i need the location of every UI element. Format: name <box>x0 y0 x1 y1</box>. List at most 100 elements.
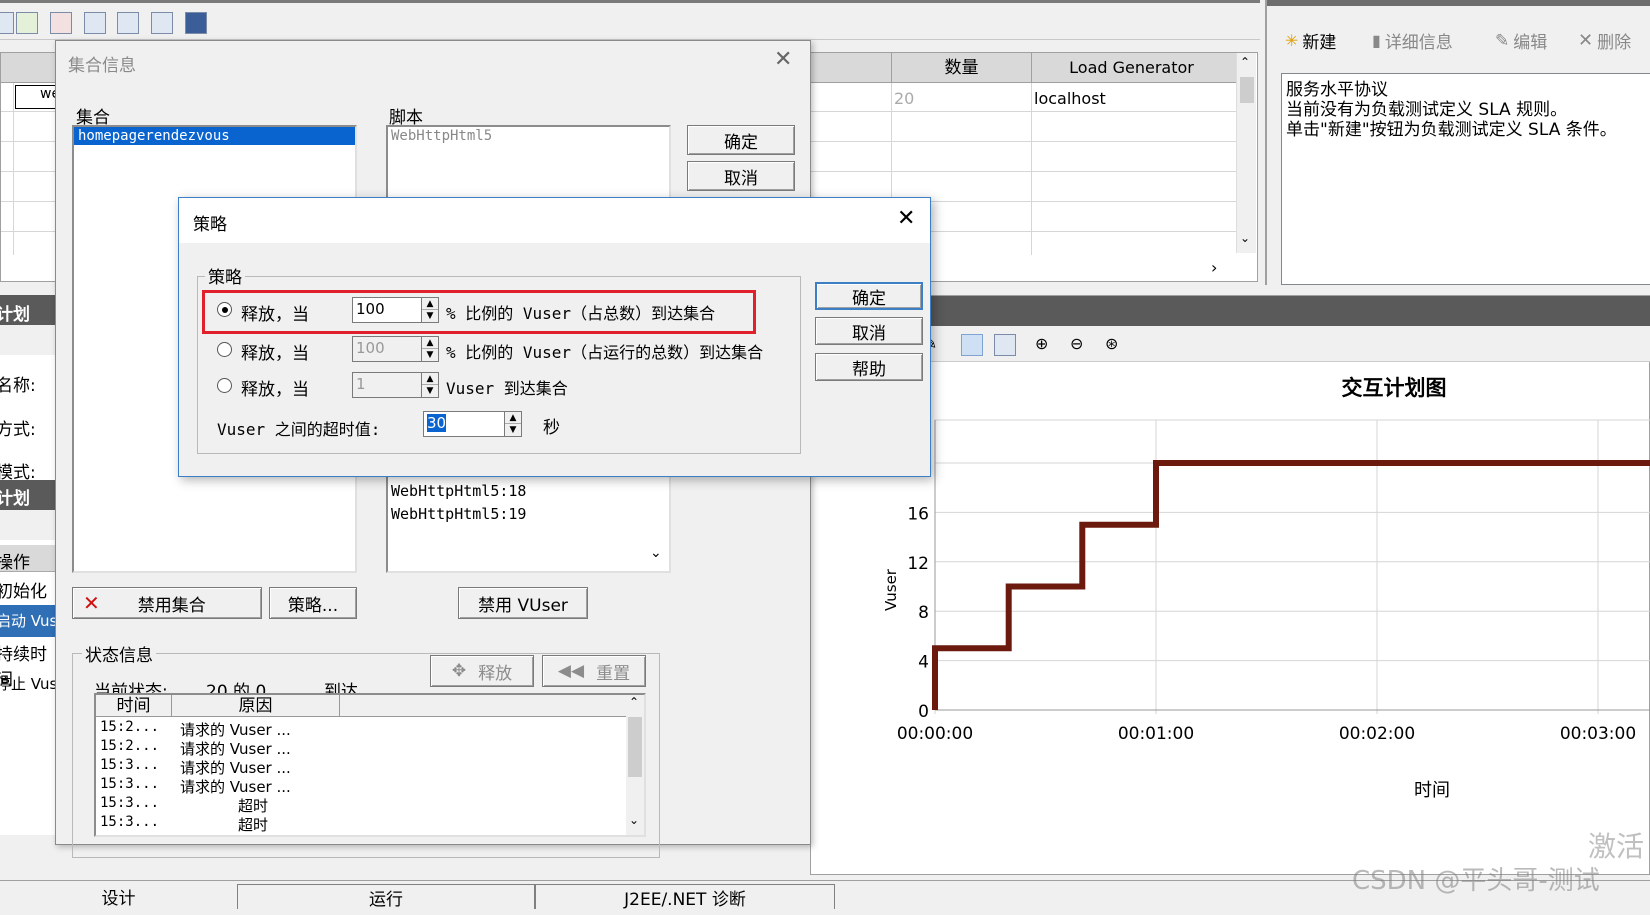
timeout-spinner[interactable]: ▲ ▼ <box>504 411 522 437</box>
selected-option-highlight <box>202 290 756 334</box>
y-tick-label: 8 <box>918 603 929 623</box>
chart-view-icon[interactable] <box>961 334 983 356</box>
chevron-up-icon[interactable]: ⌃ <box>1240 55 1250 69</box>
details-icon: ▮ <box>1372 31 1381 50</box>
sla-details-button[interactable]: ▮ 详细信息 <box>1372 28 1453 53</box>
y-tick-label: 16 <box>907 504 929 524</box>
close-icon[interactable]: ✕ <box>897 206 915 231</box>
schedule-mode-label: 方式: <box>0 420 36 440</box>
log-header-reason[interactable]: 原因 <box>172 695 340 717</box>
log-row[interactable]: 15:2... 请求的 Vuser ... <box>100 738 620 758</box>
timeout-unit: 秒 <box>543 418 560 438</box>
sla-message-2: 单击"新建"按钮为负载测试定义 SLA 条件。 <box>1286 120 1617 140</box>
delete-icon: ✕ <box>1578 30 1594 51</box>
close-icon[interactable]: ✕ <box>774 47 792 72</box>
log-row[interactable]: 15:3... 请求的 Vuser ... <box>100 776 620 796</box>
policy-option-prefix: 释放，当 <box>241 380 309 400</box>
disable-rendezvous-button[interactable]: ✕ 禁用集合 <box>72 587 262 619</box>
new-icon: ✳ <box>1285 31 1299 50</box>
tab-run[interactable]: 运行 <box>237 884 535 910</box>
toolbar-icon-4[interactable] <box>84 12 106 34</box>
toolbar-icon-6[interactable] <box>151 12 173 34</box>
cancel-button[interactable]: 取消 <box>687 161 795 191</box>
rewind-icon: ◀◀ <box>557 661 585 681</box>
chevron-down-icon[interactable]: ⌄ <box>650 545 662 561</box>
log-scrollbar[interactable]: ⌃ ⌄ <box>626 695 644 835</box>
ok-button[interactable]: 确定 <box>687 125 795 155</box>
policy-option-value-input[interactable]: 1 <box>352 372 422 398</box>
vuser-list-item[interactable]: WebHttpHtml5:18 <box>388 480 669 503</box>
vertical-scrollbar[interactable]: ⌃ ⌄ <box>1236 53 1256 253</box>
watermark-csdn: CSDN @平头哥-测试 <box>1352 866 1600 896</box>
sla-info-box: 服务水平协议 当前没有为负载测试定义 SLA 规则。 单击"新建"按钮为负载测试… <box>1281 73 1650 285</box>
chevron-down-icon[interactable]: ⌄ <box>1240 231 1250 245</box>
chevron-right-icon[interactable]: › <box>1211 258 1217 277</box>
column-header-count[interactable]: 数量 <box>891 53 1031 83</box>
log-reason: 超时 <box>238 816 269 834</box>
zoom-reset-icon[interactable]: ⊛ <box>1105 334 1127 356</box>
cell-load-generator[interactable]: localhost <box>1034 89 1106 108</box>
action-column-header: 操作 <box>0 553 30 573</box>
log-time: 15:2... <box>100 738 160 754</box>
policy-option-radio[interactable] <box>217 378 232 393</box>
release-button[interactable]: ✥ 释放 <box>430 655 534 687</box>
sla-edit-button[interactable]: ✎ 编辑 <box>1495 28 1547 54</box>
log-row[interactable]: 15:3... 超时 <box>100 814 620 834</box>
sla-delete-button[interactable]: ✕ 删除 <box>1578 28 1631 53</box>
policy-option-value-input[interactable]: 100 <box>352 336 422 362</box>
status-log-table: 时间 原因 15:2... 请求的 Vuser ... 15:2... 请求的 Vus… <box>94 693 646 837</box>
x-tick-label: 00:02:00 <box>1339 724 1415 744</box>
chevron-up-icon[interactable]: ⌃ <box>629 695 639 709</box>
chevron-down-icon[interactable]: ⌄ <box>629 813 639 827</box>
policy-option-spinner[interactable]: ▲ ▼ <box>421 336 439 362</box>
policy-ok-button[interactable]: 确定 <box>815 282 923 310</box>
column-header-load-generator[interactable]: Load Generator <box>1031 53 1231 83</box>
log-row[interactable]: 15:2... 请求的 Vuser ... <box>100 719 620 739</box>
action-start-vusers[interactable]: 启动 Vuser <box>0 605 60 637</box>
policy-cancel-button[interactable]: 取消 <box>815 317 923 345</box>
timeout-input[interactable]: 30 <box>423 411 505 437</box>
status-group-label: 状态信息 <box>82 641 156 666</box>
watermark-activate: 激活 <box>1588 830 1645 863</box>
toolbar-icon-5[interactable] <box>117 12 139 34</box>
y-tick-label: 12 <box>907 554 929 574</box>
tab-design[interactable]: 设计 <box>0 884 237 909</box>
fullscreen-icon[interactable] <box>994 334 1016 356</box>
log-row[interactable]: 15:3... 请求的 Vuser ... <box>100 757 620 777</box>
reset-button[interactable]: ◀◀ 重置 <box>542 655 646 687</box>
log-reason: 请求的 Vuser ... <box>180 778 291 796</box>
log-time: 15:3... <box>100 776 160 792</box>
move-icon: ✥ <box>451 661 467 681</box>
x-tick-label: 00:03:00 <box>1560 724 1636 744</box>
disable-vuser-button[interactable]: 禁用 VUser <box>458 587 588 619</box>
script-list[interactable]: WebHttpHtml5 <box>386 125 671 205</box>
toolbar-icon-1[interactable] <box>0 12 14 34</box>
action-stop-vusers[interactable]: 停止 Vuser <box>0 673 60 694</box>
toolbar-icon-3[interactable] <box>50 12 72 34</box>
script-list-item[interactable]: WebHttpHtml5 <box>388 127 669 145</box>
policy-option-spinner[interactable]: ▲ ▼ <box>421 372 439 398</box>
toolbar-icon-2[interactable] <box>16 12 38 34</box>
pencil-icon: ✎ <box>1495 30 1510 51</box>
policy-help-button[interactable]: 帮助 <box>815 353 923 381</box>
policy-button[interactable]: 策略... <box>269 587 357 619</box>
policy-group-label: 策略 <box>205 263 245 288</box>
chart-title: 交互计划图 <box>1342 376 1447 400</box>
tab-diagnostics[interactable]: J2EE/.NET 诊断 <box>535 884 835 910</box>
log-reason: 请求的 Vuser ... <box>180 740 291 758</box>
vuser-list[interactable]: WebHttpHtml5:17 WebHttpHtml5:18 WebHttpH… <box>386 461 671 573</box>
rendezvous-list-item[interactable]: homepagerendezvous <box>74 127 355 145</box>
series-line <box>932 460 1650 710</box>
cell-count[interactable]: 20 <box>894 89 914 108</box>
log-header-time[interactable]: 时间 <box>96 695 172 717</box>
zoom-out-icon[interactable]: ⊖ <box>1070 334 1092 356</box>
sla-new-button[interactable]: ✳ 新建 <box>1285 28 1336 53</box>
zoom-in-icon[interactable]: ⊕ <box>1035 334 1057 356</box>
log-row[interactable]: 15:3... 超时 <box>100 795 620 815</box>
policy-option-radio[interactable] <box>217 342 232 357</box>
action-initialize[interactable]: 初始化 <box>0 577 47 602</box>
log-time: 15:3... <box>100 814 160 830</box>
y-axis-label: Vuser <box>882 568 900 611</box>
vuser-list-item[interactable]: WebHttpHtml5:19 <box>388 503 669 526</box>
toolbar-icon-7[interactable] <box>185 12 207 34</box>
